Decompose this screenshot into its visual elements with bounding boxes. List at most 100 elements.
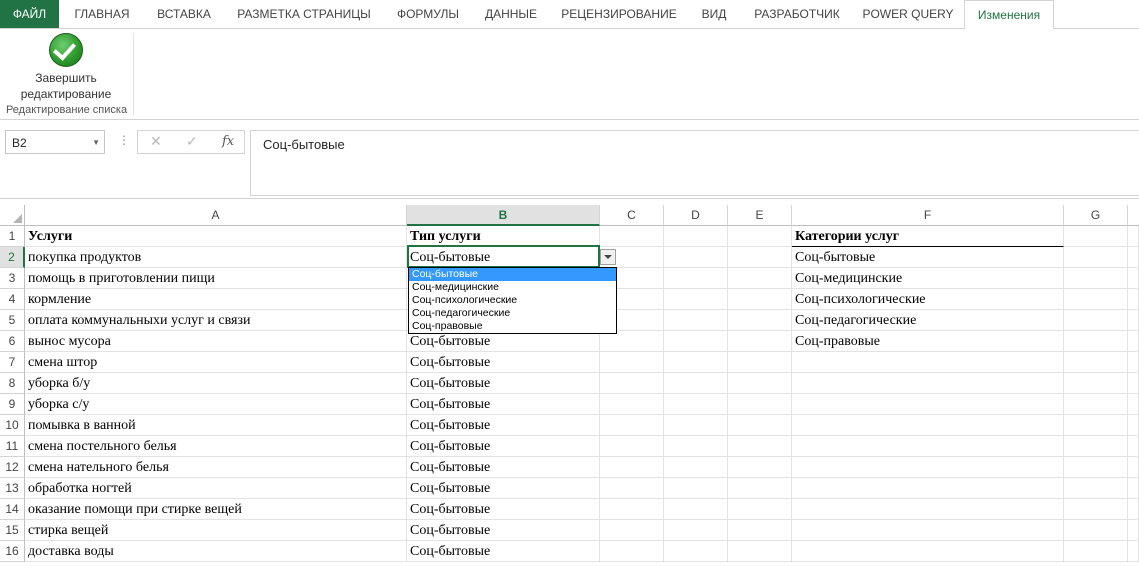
cell-e[interactable] [728, 268, 792, 289]
cell-b[interactable]: Соц-бытовые [407, 436, 600, 457]
cell-b[interactable]: Соц-бытовые [407, 373, 600, 394]
cell-d[interactable] [664, 541, 728, 562]
row-header[interactable]: 14 [0, 499, 25, 520]
cell-g[interactable] [1064, 331, 1128, 352]
row-header[interactable]: 5 [0, 310, 25, 331]
row-header[interactable]: 13 [0, 478, 25, 499]
chevron-down-icon[interactable]: ▼ [92, 131, 100, 155]
cell-e[interactable] [728, 520, 792, 541]
row-header[interactable]: 8 [0, 373, 25, 394]
cell-a[interactable]: уборка с/у [25, 394, 407, 415]
dropdown-option[interactable]: Соц-медицинские [409, 281, 616, 294]
cell-h[interactable] [1128, 268, 1139, 289]
cell-g[interactable] [1064, 352, 1128, 373]
cell-f[interactable]: Категории услуг [792, 226, 1064, 247]
cell-d[interactable] [664, 268, 728, 289]
name-box[interactable]: B2 ▼ [5, 130, 105, 154]
cell-e[interactable] [728, 331, 792, 352]
cell-f[interactable] [792, 394, 1064, 415]
cell-f[interactable]: Соц-педагогические [792, 310, 1064, 331]
enter-icon[interactable]: ✓ [186, 133, 198, 150]
cell-c[interactable] [600, 373, 664, 394]
cell-b[interactable]: Соц-бытовые [407, 457, 600, 478]
tab-review[interactable]: РЕЦЕНЗИРОВАНИЕ [552, 0, 686, 28]
cell-c[interactable] [600, 499, 664, 520]
cell-f[interactable] [792, 541, 1064, 562]
tab-file[interactable]: ФАЙЛ [0, 0, 59, 28]
cell-f[interactable] [792, 415, 1064, 436]
row-header[interactable]: 11 [0, 436, 25, 457]
cell-c[interactable] [600, 226, 664, 247]
cell-a[interactable]: помывка в ванной [25, 415, 407, 436]
cell-d[interactable] [664, 520, 728, 541]
dropdown-option[interactable]: Соц-правовые [409, 320, 616, 333]
cell-f[interactable] [792, 373, 1064, 394]
cell-e[interactable] [728, 478, 792, 499]
cell-c[interactable] [600, 352, 664, 373]
tab-view[interactable]: ВИД [690, 0, 738, 28]
cell-c[interactable] [600, 541, 664, 562]
row-header[interactable]: 3 [0, 268, 25, 289]
cell-a[interactable]: доставка воды [25, 541, 407, 562]
column-header-a[interactable]: A [25, 205, 407, 226]
row-header[interactable]: 7 [0, 352, 25, 373]
cell-e[interactable] [728, 436, 792, 457]
row-header[interactable]: 4 [0, 289, 25, 310]
cell-b[interactable]: Соц-бытовые [407, 520, 600, 541]
dropdown-arrow-icon[interactable] [600, 249, 616, 265]
row-header[interactable]: 1 [0, 226, 25, 247]
row-header[interactable]: 15 [0, 520, 25, 541]
cell-b[interactable]: Соц-бытовые [407, 478, 600, 499]
cell-h[interactable] [1128, 331, 1139, 352]
row-header[interactable]: 2 [0, 247, 25, 268]
finish-editing-button[interactable]: Завершить редактирование [14, 33, 118, 101]
dropdown-option[interactable]: Соц-психологические [409, 294, 616, 307]
cell-e[interactable] [728, 289, 792, 310]
cell-g[interactable] [1064, 436, 1128, 457]
cell-a[interactable]: оказание помощи при стирке вещей [25, 499, 407, 520]
select-all-button[interactable] [0, 205, 25, 226]
cell-e[interactable] [728, 541, 792, 562]
cell-b[interactable]: Соц-бытовые [407, 499, 600, 520]
cell-a[interactable]: уборка б/у [25, 373, 407, 394]
cell-c[interactable] [600, 520, 664, 541]
tab-home[interactable]: ГЛАВНАЯ [62, 0, 142, 28]
column-header-h-partial[interactable] [1128, 205, 1139, 226]
cell-f[interactable] [792, 478, 1064, 499]
cell-e[interactable] [728, 310, 792, 331]
tab-power-query[interactable]: POWER QUERY [856, 0, 960, 28]
validation-dropdown-list[interactable]: Соц-бытовые Соц-медицинские Соц-психолог… [408, 267, 617, 334]
cell-d[interactable] [664, 373, 728, 394]
cell-c[interactable] [600, 436, 664, 457]
cell-g[interactable] [1064, 268, 1128, 289]
cell-c[interactable] [600, 478, 664, 499]
column-header-c[interactable]: C [600, 205, 664, 226]
column-header-b[interactable]: B [407, 205, 600, 226]
cell-d[interactable] [664, 415, 728, 436]
cell-d[interactable] [664, 310, 728, 331]
row-header[interactable]: 16 [0, 541, 25, 562]
column-header-d[interactable]: D [664, 205, 728, 226]
cell-c[interactable] [600, 331, 664, 352]
insert-function-icon[interactable]: fx [222, 134, 234, 149]
cell-g[interactable] [1064, 394, 1128, 415]
cell-b[interactable]: Соц-бытовые [407, 247, 600, 268]
cell-d[interactable] [664, 499, 728, 520]
cell-c[interactable] [600, 394, 664, 415]
cell-h[interactable] [1128, 226, 1139, 247]
cell-e[interactable] [728, 457, 792, 478]
row-header[interactable]: 6 [0, 331, 25, 352]
cell-a[interactable]: смена штор [25, 352, 407, 373]
cell-a[interactable]: покупка продуктов [25, 247, 407, 268]
dropdown-option[interactable]: Соц-педагогические [409, 307, 616, 320]
cell-e[interactable] [728, 352, 792, 373]
tab-page-layout[interactable]: РАЗМЕТКА СТРАНИЦЫ [226, 0, 382, 28]
dropdown-option[interactable]: Соц-бытовые [409, 268, 616, 281]
cell-d[interactable] [664, 436, 728, 457]
cell-e[interactable] [728, 247, 792, 268]
cell-f[interactable]: Соц-правовые [792, 331, 1064, 352]
tab-data[interactable]: ДАННЫЕ [474, 0, 548, 28]
cell-h[interactable] [1128, 436, 1139, 457]
column-header-g[interactable]: G [1064, 205, 1128, 226]
cell-e[interactable] [728, 499, 792, 520]
